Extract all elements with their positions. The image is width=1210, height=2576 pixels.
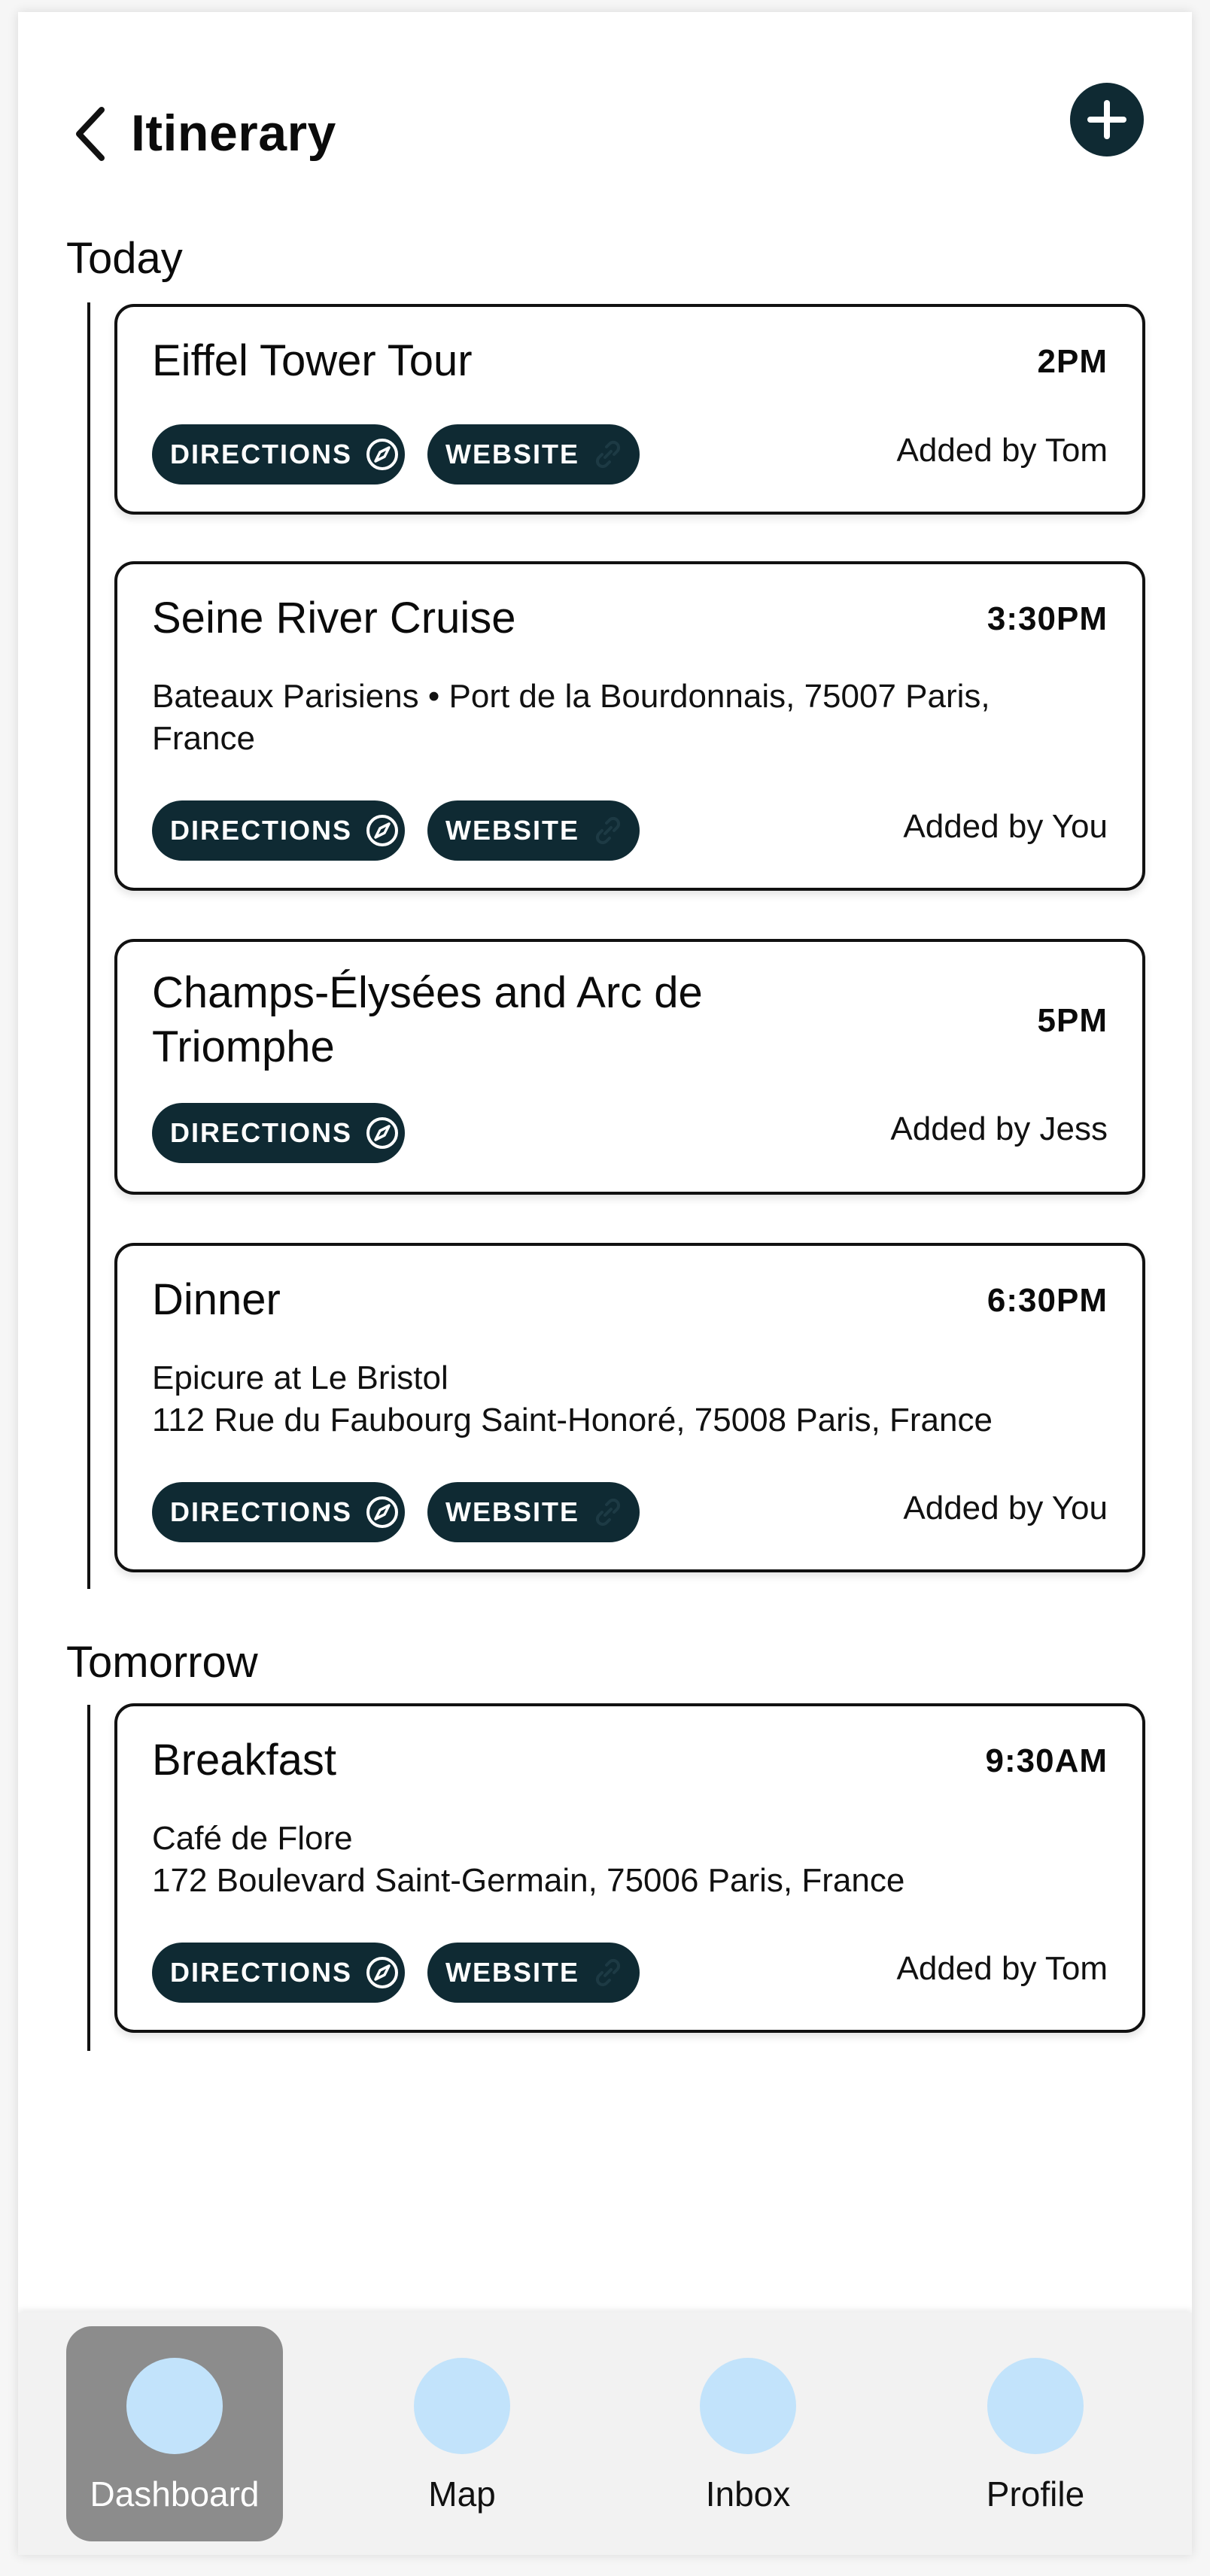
dashboard-icon xyxy=(126,2358,223,2454)
added-by: Added by Jess xyxy=(890,1110,1108,1147)
website-button[interactable]: WEBSITE xyxy=(427,800,640,861)
address-line-1: Café de Flore xyxy=(152,1820,353,1857)
nav-item-dashboard[interactable]: Dashboard xyxy=(66,2326,283,2541)
website-button[interactable]: WEBSITE xyxy=(427,1943,640,2003)
card-title: Breakfast xyxy=(152,1736,336,1785)
added-by: Added by Tom xyxy=(896,1950,1108,1987)
compass-icon xyxy=(364,436,400,472)
link-icon xyxy=(591,814,625,847)
compass-icon xyxy=(364,813,400,849)
card-time: 9:30AM xyxy=(985,1742,1108,1779)
nav-label: Map xyxy=(428,2474,496,2514)
card-title: Seine River Cruise xyxy=(152,594,516,642)
address-line-2: 172 Boulevard Saint-Germain, 75006 Paris… xyxy=(152,1862,905,1899)
added-by: Added by You xyxy=(903,808,1108,845)
page-title: Itinerary xyxy=(131,105,336,162)
directions-button[interactable]: DIRECTIONS xyxy=(152,424,405,485)
itinerary-card[interactable]: Champs-Élysées and Arc de Triomphe 5PM D… xyxy=(114,939,1145,1195)
compass-icon xyxy=(364,1494,400,1530)
card-address: Café de Flore 172 Boulevard Saint-Germai… xyxy=(152,1818,1100,1902)
map-icon xyxy=(414,2358,510,2454)
directions-button[interactable]: DIRECTIONS xyxy=(152,800,405,861)
add-item-button[interactable] xyxy=(1070,83,1144,156)
itinerary-card[interactable]: Dinner 6:30PM Epicure at Le Bristol 112 … xyxy=(114,1243,1145,1572)
directions-label: DIRECTIONS xyxy=(170,815,353,846)
card-time: 2PM xyxy=(1037,343,1108,380)
directions-label: DIRECTIONS xyxy=(170,1496,353,1527)
website-label: WEBSITE xyxy=(445,1496,580,1527)
card-title: Champs-Élysées and Arc de Triomphe xyxy=(152,968,703,1071)
card-time: 5PM xyxy=(1037,1002,1108,1039)
directions-button[interactable]: DIRECTIONS xyxy=(152,1103,405,1163)
added-by: Added by Tom xyxy=(896,432,1108,469)
app-screen: Itinerary Today Eiffel Tower Tour 2PM DI… xyxy=(18,12,1192,2555)
inbox-icon xyxy=(700,2358,796,2454)
itinerary-card[interactable]: Breakfast 9:30AM Café de Flore 172 Boule… xyxy=(114,1703,1145,2033)
compass-icon xyxy=(364,1955,400,1991)
timeline-line xyxy=(87,302,90,1589)
address-line-2: 112 Rue du Faubourg Saint-Honoré, 75008 … xyxy=(152,1402,993,1438)
link-icon xyxy=(591,438,625,471)
directions-button[interactable]: DIRECTIONS xyxy=(152,1482,405,1542)
website-label: WEBSITE xyxy=(445,439,580,469)
card-time: 6:30PM xyxy=(987,1282,1108,1319)
card-title: Dinner xyxy=(152,1275,281,1324)
address-line-1: Epicure at Le Bristol xyxy=(152,1359,448,1396)
link-icon xyxy=(591,1956,625,1989)
section-title-today: Today xyxy=(66,234,183,283)
bottom-nav: Dashboard Map Inbox Profile xyxy=(18,2313,1192,2555)
header: Itinerary xyxy=(18,12,1192,238)
itinerary-card[interactable]: Eiffel Tower Tour 2PM DIRECTIONS WEBSITE… xyxy=(114,304,1145,515)
card-address: Epicure at Le Bristol 112 Rue du Faubour… xyxy=(152,1357,1100,1441)
compass-icon xyxy=(364,1115,400,1151)
chevron-left-icon xyxy=(76,107,105,161)
card-title: Eiffel Tower Tour xyxy=(152,336,473,385)
directions-button[interactable]: DIRECTIONS xyxy=(152,1943,405,2003)
website-label: WEBSITE xyxy=(445,1957,580,1988)
card-time: 3:30PM xyxy=(987,600,1108,637)
back-button[interactable] xyxy=(62,96,119,172)
directions-label: DIRECTIONS xyxy=(170,439,353,469)
nav-item-inbox[interactable]: Inbox xyxy=(640,2326,856,2541)
timeline-line xyxy=(87,1705,90,2051)
nav-label: Dashboard xyxy=(90,2474,260,2514)
nav-item-map[interactable]: Map xyxy=(354,2326,570,2541)
added-by: Added by You xyxy=(903,1490,1108,1526)
card-address: Bateaux Parisiens • Port de la Bourdonna… xyxy=(152,678,990,757)
nav-item-profile[interactable]: Profile xyxy=(927,2326,1144,2541)
link-icon xyxy=(591,1496,625,1529)
website-button[interactable]: WEBSITE xyxy=(427,1482,640,1542)
directions-label: DIRECTIONS xyxy=(170,1957,353,1988)
itinerary-card[interactable]: Seine River Cruise 3:30PM Bateaux Parisi… xyxy=(114,561,1145,891)
nav-label: Inbox xyxy=(705,2474,791,2514)
plus-icon xyxy=(1087,100,1126,139)
profile-icon xyxy=(987,2358,1084,2454)
website-button[interactable]: WEBSITE xyxy=(427,424,640,485)
directions-label: DIRECTIONS xyxy=(170,1117,353,1148)
nav-label: Profile xyxy=(986,2474,1085,2514)
website-label: WEBSITE xyxy=(445,815,580,846)
section-title-tomorrow: Tomorrow xyxy=(66,1638,258,1687)
